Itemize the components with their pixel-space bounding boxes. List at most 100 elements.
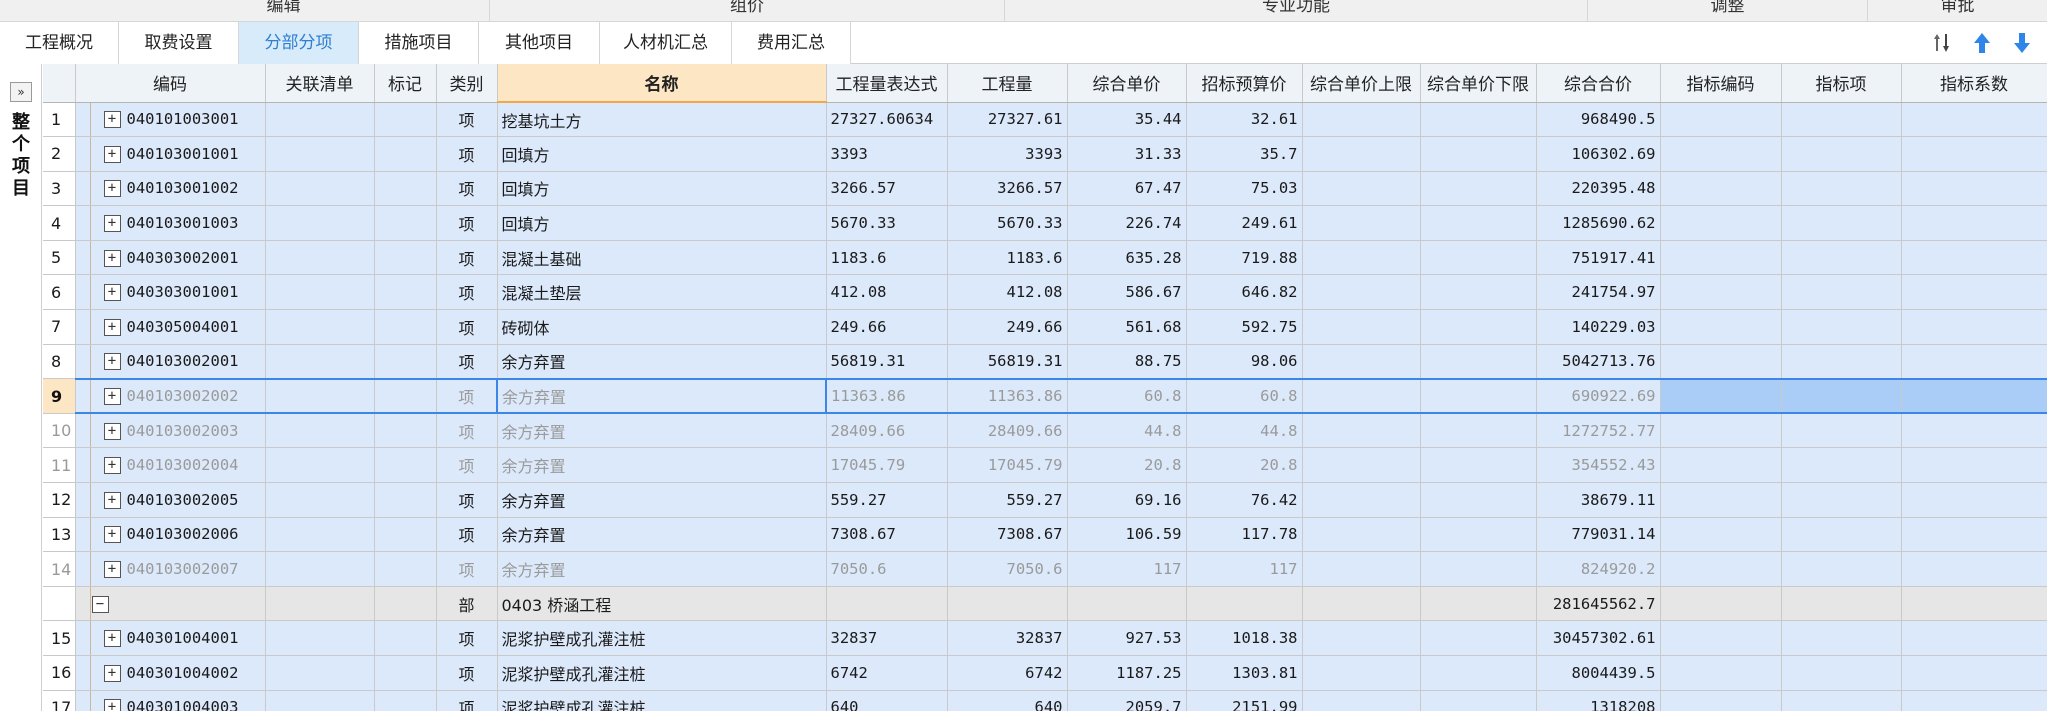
cell-price-upper-limit[interactable] <box>1302 171 1421 207</box>
cell-name[interactable]: 余方弃置 <box>496 377 827 415</box>
cell-index-coefficient[interactable] <box>1901 482 2047 518</box>
cell-budget-price[interactable]: 44.8 <box>1186 413 1303 449</box>
tab-cost-summary[interactable]: 费用汇总 <box>732 22 851 64</box>
cell-budget-price[interactable]: 249.61 <box>1186 205 1303 241</box>
cell-price-upper-limit[interactable] <box>1302 655 1421 691</box>
cell-index-item[interactable] <box>1781 517 1902 553</box>
table-row[interactable]: 5 +040303002001 项混凝土基础 1183.6 1183.6 635.28 71… <box>43 240 2047 276</box>
cell-quantity[interactable]: 5670.33 <box>947 205 1068 241</box>
cell-code[interactable]: +040103002001 <box>75 344 266 380</box>
cell-quantity-expression[interactable]: 3266.57 <box>826 171 948 207</box>
row-number[interactable]: 13 <box>43 517 76 553</box>
cell-unit-price[interactable]: 69.16 <box>1067 482 1187 518</box>
cell-code[interactable]: +040301004002 <box>75 655 266 691</box>
cell-total-price[interactable]: 824920.2 <box>1536 551 1661 587</box>
header-index-coefficient[interactable]: 指标系数 <box>1901 64 2047 103</box>
row-number[interactable]: 12 <box>43 482 76 518</box>
cell-quantity[interactable]: 3393 <box>947 136 1068 172</box>
cell-linked-list[interactable] <box>265 586 375 622</box>
cell-budget-price[interactable]: 20.8 <box>1186 447 1303 484</box>
cell-unit-price[interactable]: 635.28 <box>1067 240 1187 276</box>
cell-quantity[interactable]: 17045.79 <box>947 447 1068 484</box>
cell-price-upper-limit[interactable] <box>1302 620 1421 656</box>
table-row[interactable]: 13 +040103002006 项余方弃置 7308.67 7308.67 106.59… <box>43 517 2047 553</box>
table-row[interactable]: 10 +040103002003 项余方弃置 28409.66 28409.66 44.8… <box>43 413 2047 449</box>
cell-price-lower-limit[interactable] <box>1420 344 1537 380</box>
cell-index-item[interactable] <box>1781 620 1902 656</box>
cell-index-item[interactable] <box>1781 102 1902 138</box>
cell-quantity-expression[interactable]: 28409.66 <box>826 413 948 449</box>
cell-budget-price[interactable]: 76.42 <box>1186 482 1303 518</box>
expand-icon[interactable]: + <box>103 249 121 267</box>
expand-icon[interactable]: + <box>103 561 121 579</box>
row-number[interactable]: 5 <box>43 240 76 276</box>
cell-index-code[interactable] <box>1660 517 1782 553</box>
cell-total-price[interactable]: 30457302.61 <box>1536 620 1661 656</box>
cell-quantity-expression[interactable]: 11363.86 <box>826 377 948 415</box>
expand-icon[interactable]: + <box>103 318 121 336</box>
cell-price-upper-limit[interactable] <box>1302 274 1421 311</box>
expand-icon[interactable]: + <box>103 526 121 544</box>
row-number[interactable]: 15 <box>43 620 76 656</box>
cell-total-price[interactable]: 8004439.5 <box>1536 655 1661 691</box>
cell-price-upper-limit[interactable] <box>1302 413 1421 449</box>
cell-category[interactable]: 项 <box>436 447 498 484</box>
cell-quantity[interactable]: 28409.66 <box>947 413 1068 449</box>
cell-code[interactable]: +040103002002 <box>75 377 266 415</box>
group-review[interactable]: 审批 <box>1868 0 2047 22</box>
cell-index-coefficient[interactable] <box>1901 171 2047 207</box>
cell-category[interactable]: 部 <box>436 586 498 622</box>
cell-price-lower-limit[interactable] <box>1420 309 1537 345</box>
tab-labor-material-summary[interactable]: 人材机汇总 <box>600 22 732 64</box>
group-adjust[interactable]: 调整 <box>1588 0 1868 22</box>
cell-index-coefficient[interactable] <box>1901 344 2047 380</box>
cell-budget-price[interactable]: 117.78 <box>1186 517 1303 553</box>
cell-mark[interactable] <box>374 171 437 207</box>
cell-budget-price[interactable]: 60.8 <box>1186 377 1303 415</box>
cell-quantity[interactable] <box>947 586 1068 622</box>
expand-icon[interactable]: + <box>103 699 121 711</box>
cell-name[interactable]: 挖基坑土方 <box>497 102 827 138</box>
row-number[interactable]: 4 <box>43 205 76 241</box>
cell-quantity[interactable]: 11363.86 <box>947 377 1068 415</box>
cell-mark[interactable] <box>374 482 437 518</box>
cell-index-coefficient[interactable] <box>1901 586 2047 622</box>
cell-price-lower-limit[interactable] <box>1420 413 1537 449</box>
cell-price-upper-limit[interactable] <box>1302 690 1421 711</box>
cell-unit-price[interactable]: 20.8 <box>1067 447 1187 484</box>
header-code[interactable]: 编码 <box>75 64 266 103</box>
row-number[interactable]: 14 <box>43 551 76 587</box>
cell-linked-list[interactable] <box>265 240 375 276</box>
cell-index-item[interactable] <box>1781 136 1902 172</box>
cell-index-coefficient[interactable] <box>1901 620 2047 656</box>
header-budget-price[interactable]: 招标预算价 <box>1186 64 1303 103</box>
cell-unit-price[interactable]: 226.74 <box>1067 205 1187 241</box>
cell-category[interactable]: 项 <box>436 205 498 241</box>
cell-total-price[interactable]: 106302.69 <box>1536 136 1661 172</box>
row-number[interactable]: 8 <box>43 344 76 380</box>
group-edit[interactable]: 编辑 <box>78 0 490 22</box>
cell-quantity[interactable]: 412.08 <box>947 274 1068 311</box>
cell-quantity-expression[interactable]: 17045.79 <box>826 447 948 484</box>
cell-price-lower-limit[interactable] <box>1420 447 1537 484</box>
cell-quantity-expression[interactable]: 32837 <box>826 620 948 656</box>
header-total-price[interactable]: 综合合价 <box>1536 64 1661 103</box>
expand-icon[interactable]: + <box>103 145 121 163</box>
cell-budget-price[interactable] <box>1186 586 1303 622</box>
cell-category[interactable]: 项 <box>436 309 498 345</box>
cell-code[interactable]: +040103002003 <box>75 413 266 449</box>
cell-mark[interactable] <box>374 517 437 553</box>
cell-price-lower-limit[interactable] <box>1420 517 1537 553</box>
table-row[interactable]: 4 +040103001003 项回填方 5670.33 5670.33 226.74 24… <box>43 205 2047 241</box>
cell-index-item[interactable] <box>1781 171 1902 207</box>
header-mark[interactable]: 标记 <box>374 64 437 103</box>
group-specialty[interactable]: 专业功能 <box>1005 0 1588 22</box>
cell-index-coefficient[interactable] <box>1901 309 2047 345</box>
expand-icon[interactable]: + <box>103 111 121 129</box>
cell-code[interactable]: +040103002007 <box>75 551 266 587</box>
cell-total-price[interactable]: 779031.14 <box>1536 517 1661 553</box>
cell-price-upper-limit[interactable] <box>1302 482 1421 518</box>
cell-quantity-expression[interactable]: 56819.31 <box>826 344 948 380</box>
cell-index-coefficient[interactable] <box>1901 413 2047 449</box>
cell-budget-price[interactable]: 646.82 <box>1186 274 1303 311</box>
